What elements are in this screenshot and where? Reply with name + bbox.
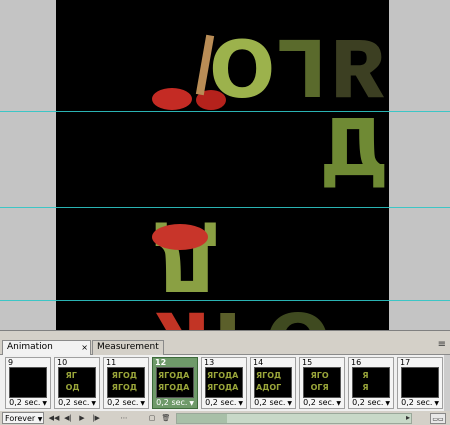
tab-measurement-log[interactable]: Measurement Log (92, 340, 164, 365)
chevron-down-icon: ▼ (285, 400, 292, 407)
scroll-right-icon[interactable]: ▸ (406, 413, 410, 422)
frame-delay-dropdown[interactable]: 0,2 sec. ▼ (352, 398, 390, 407)
letter: Г (275, 26, 327, 116)
chevron-down-icon: ▼ (138, 400, 145, 407)
frame-number: 15 (302, 358, 313, 367)
animation-panel: Animation (Frames) × Measurement Log ≡ 9… (0, 330, 450, 425)
animation-frame[interactable]: 11 ЯГОД ЯГОД 0,2 sec. ▼ (103, 357, 149, 409)
frame-thumbnail: ЯГО ОГЯ (303, 367, 341, 398)
panel-menu-icon[interactable]: ≡ (438, 339, 446, 350)
animation-frame[interactable]: 16 Я Я 0,2 sec. ▼ (348, 357, 394, 409)
frame-delay-value: 0,2 sec. (401, 398, 433, 407)
frame-delay-dropdown[interactable]: 0,2 sec. ▼ (58, 398, 96, 407)
berry-texture (152, 88, 192, 110)
first-frame-button[interactable]: ◀◀ (48, 412, 60, 424)
frame-thumbnail (9, 367, 47, 398)
chevron-down-icon: ▼ (236, 400, 243, 407)
frame-delay-dropdown[interactable]: 0,2 sec. ▼ (9, 398, 47, 407)
guide-line (0, 300, 450, 301)
frame-delay-value: 0,2 sec. (254, 398, 286, 407)
letter: Д (317, 104, 389, 194)
frame-number: 11 (106, 358, 117, 367)
frame-delay-dropdown[interactable]: 0,2 sec. ▼ (156, 398, 194, 407)
close-icon[interactable]: × (81, 341, 88, 354)
thumbnail-preview-text: ЯГОДА ЯГОДА (207, 371, 239, 392)
thumbnail-preview-text: ЯГО ОГЯ (310, 371, 329, 392)
frame-thumbnail: Я Я (352, 367, 390, 398)
letter: Я (326, 26, 389, 116)
guide-line (0, 111, 450, 112)
frame-number: 16 (351, 358, 362, 367)
frame-delay-dropdown[interactable]: 0,2 sec. ▼ (107, 398, 145, 407)
frame-number: 10 (57, 358, 68, 367)
panel-tabs: Animation (Frames) × Measurement Log ≡ (0, 331, 450, 365)
animation-frame[interactable]: 17 0,2 sec. ▼ (397, 357, 443, 409)
frame-strip: 9 0,2 sec. ▼ 10 ЯГ ОД 0,2 sec. ▼ 11 ЯГОД ЯГО… (0, 355, 450, 411)
animation-toolbar: Forever ▼ ◀◀ ◀| ▶ |▶ ⋯ ▢ 🗑 ▸ ▭▭ (0, 411, 450, 425)
frame-number: 13 (204, 358, 215, 367)
chevron-down-icon: ▼ (187, 400, 194, 407)
guide-line (0, 207, 450, 208)
chevron-down-icon: ▼ (334, 400, 341, 407)
thumbnail-preview-text: ЯГОДА ЯГОДА (158, 371, 190, 392)
scroll-thumb[interactable] (177, 414, 227, 423)
frame-number: 12 (155, 358, 167, 367)
tween-button[interactable]: ⋯ (118, 412, 130, 424)
frame-delay-dropdown[interactable]: 0,2 sec. ▼ (254, 398, 292, 407)
play-button[interactable]: ▶ (76, 412, 88, 424)
frame-delay-value: 0,2 sec. (205, 398, 237, 407)
animation-frame[interactable]: 13 ЯГОДА ЯГОДА 0,2 sec. ▼ (201, 357, 247, 409)
document-canvas[interactable]: ЯГОД ЯГОД (56, 0, 389, 330)
frame-delay-dropdown[interactable]: 0,2 sec. ▼ (303, 398, 341, 407)
animation-frame[interactable]: 10 ЯГ ОД 0,2 sec. ▼ (54, 357, 100, 409)
loop-value: Forever (5, 414, 36, 423)
next-frame-button[interactable]: |▶ (90, 412, 102, 424)
animation-frame[interactable]: 9 0,2 sec. ▼ (5, 357, 51, 409)
chevron-down-icon: ▼ (89, 400, 96, 407)
frame-delay-value: 0,2 sec. (9, 398, 41, 407)
frame-number: 9 (8, 358, 14, 367)
previous-frame-button[interactable]: ◀| (62, 412, 74, 424)
thumbnail-preview-text: Я Я (362, 371, 369, 392)
thumbnail-preview-text: ЯГ ОД (65, 371, 80, 392)
chevron-down-icon: ▼ (432, 400, 439, 407)
animation-frame[interactable]: 15 ЯГО ОГЯ 0,2 sec. ▼ (299, 357, 345, 409)
letter: О (265, 294, 333, 330)
frame-delay-value: 0,2 sec. (352, 398, 384, 407)
frame-delay-dropdown[interactable]: 0,2 sec. ▼ (401, 398, 439, 407)
frame-delay-value: 0,2 sec. (156, 398, 188, 407)
delete-frame-button[interactable]: 🗑 (160, 412, 172, 424)
frame-delay-value: 0,2 sec. (58, 398, 90, 407)
new-frame-button[interactable]: ▢ (146, 412, 158, 424)
thumbnail-preview-text: ЯГОД АДОГ (256, 371, 282, 392)
chevron-down-icon: ▼ (40, 400, 47, 407)
frame-delay-value: 0,2 sec. (303, 398, 335, 407)
photoshop-window: ЯГОД ЯГОД Animation (Frames) × Measureme… (0, 0, 450, 425)
animation-frame[interactable]: 14 ЯГОД АДОГ 0,2 sec. ▼ (250, 357, 296, 409)
frame-thumbnail (401, 367, 439, 398)
frame-delay-value: 0,2 sec. (107, 398, 139, 407)
chevron-down-icon: ▼ (37, 416, 43, 423)
frame-thumbnail: ЯГОД ЯГОД (107, 367, 145, 398)
horizontal-scrollbar[interactable]: ▸ (176, 413, 412, 424)
berry-texture (152, 224, 208, 250)
frame-number: 17 (400, 358, 411, 367)
frame-number: 14 (253, 358, 264, 367)
frame-thumbnail: ЯГОДА ЯГОДА (156, 367, 194, 398)
frame-thumbnail: ЯГ ОД (58, 367, 96, 398)
animation-frame[interactable]: 12 ЯГОДА ЯГОДА 0,2 sec. ▼ (152, 357, 198, 409)
loop-options-select[interactable]: Forever ▼ (2, 412, 44, 424)
mirrored-word-top: ЯГОД (151, 26, 389, 194)
thumbnail-preview-text: ЯГОД ЯГОД (111, 371, 137, 392)
chevron-down-icon: ▼ (383, 400, 390, 407)
workspace: ЯГОД ЯГОД (0, 0, 450, 330)
panel-options-icon[interactable]: ▭▭ (430, 413, 446, 424)
frame-delay-dropdown[interactable]: 0,2 sec. ▼ (205, 398, 243, 407)
frame-strip-scrollbar[interactable] (444, 355, 450, 411)
frame-thumbnail: ЯГОД АДОГ (254, 367, 292, 398)
frame-thumbnail: ЯГОДА ЯГОДА (205, 367, 243, 398)
tab-animation-frames[interactable]: Animation (Frames) × (2, 340, 91, 365)
